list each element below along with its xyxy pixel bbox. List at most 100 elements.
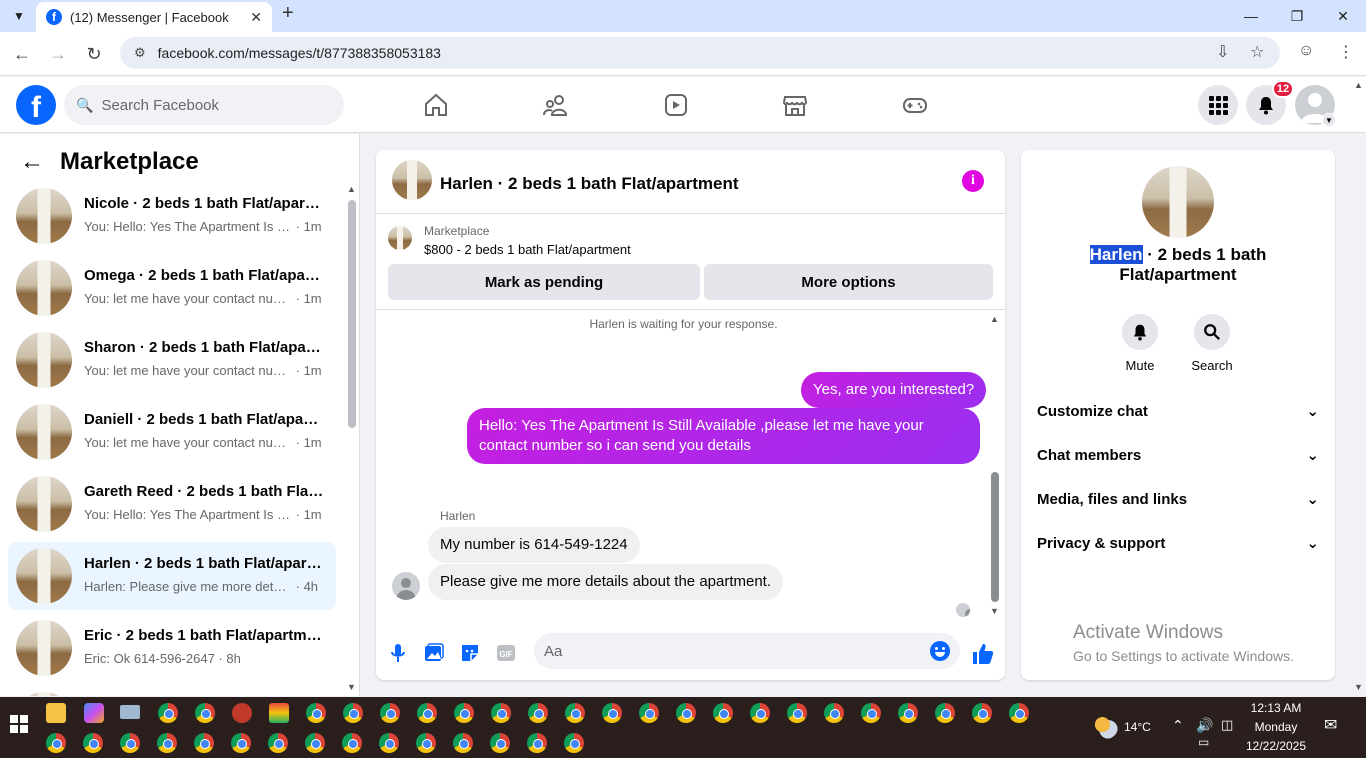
conversation-item[interactable] <box>8 686 336 696</box>
clock-date[interactable]: 12/22/2025 <box>1244 739 1308 753</box>
mark-as-pending-button[interactable]: Mark as pending <box>388 264 700 300</box>
chat-members-section[interactable]: Chat members ⌄ <box>1037 437 1319 473</box>
chat-scrollbar[interactable] <box>991 472 999 602</box>
photo-icon[interactable] <box>423 642 445 664</box>
keyboard-icon[interactable] <box>120 705 140 719</box>
mute-button[interactable]: Mute <box>1110 314 1170 373</box>
forward-button[interactable]: → <box>46 42 70 66</box>
conversation-list-scrollbar[interactable] <box>348 200 356 428</box>
clock-time[interactable]: 12:13 AM <box>1244 701 1308 715</box>
speaker-icon[interactable]: 🔊 <box>1196 717 1213 734</box>
chrome-icon[interactable] <box>1009 703 1029 723</box>
account-chevron-icon[interactable]: ▼ <box>1322 113 1336 127</box>
chrome-icon[interactable] <box>639 703 659 723</box>
chrome-icon[interactable] <box>305 733 325 753</box>
media-files-links-section[interactable]: Media, files and links ⌄ <box>1037 481 1319 517</box>
chrome-icon[interactable] <box>195 703 215 723</box>
page-scroll-down-icon[interactable]: ▼ <box>1354 682 1363 692</box>
back-button[interactable]: ← <box>10 42 34 66</box>
avatar[interactable] <box>1142 166 1214 238</box>
temperature[interactable]: 14°C <box>1124 720 1151 734</box>
chrome-icon[interactable] <box>158 703 178 723</box>
gaming-icon[interactable] <box>901 91 929 119</box>
chrome-icon[interactable] <box>231 733 251 753</box>
reload-button[interactable]: ↻ <box>82 42 106 66</box>
customize-chat-section[interactable]: Customize chat ⌄ <box>1037 393 1319 429</box>
windows-start-icon[interactable] <box>10 715 28 733</box>
notification-center-icon[interactable]: ✉ <box>1324 715 1337 735</box>
conversation-item[interactable]: Daniell · 2 beds 1 bath Flat/apartment Y… <box>8 398 336 466</box>
chrome-icon[interactable] <box>417 703 437 723</box>
chrome-icon[interactable] <box>898 703 918 723</box>
chrome-icon[interactable] <box>787 703 807 723</box>
close-tab-icon[interactable]: ✕ <box>250 9 262 26</box>
privacy-support-section[interactable]: Privacy & support ⌄ <box>1037 525 1319 561</box>
scroll-down-arrow-icon[interactable]: ▼ <box>347 682 356 692</box>
profile-icon[interactable]: ☺ <box>1298 42 1314 60</box>
listing-thumbnail[interactable] <box>388 226 412 250</box>
file-explorer-icon[interactable] <box>46 703 66 723</box>
clock-day[interactable]: Monday <box>1244 720 1308 734</box>
incoming-message[interactable]: Please give me more details about the ap… <box>428 564 784 600</box>
chrome-icon[interactable] <box>342 733 362 753</box>
chat-title[interactable]: Harlen · 2 beds 1 bath Flat/apartment <box>440 174 739 194</box>
marketplace-icon[interactable] <box>781 91 809 119</box>
conversation-item[interactable]: Nicole · 2 beds 1 bath Flat/apartment Yo… <box>8 182 336 250</box>
chrome-icon[interactable] <box>380 703 400 723</box>
chrome-icon[interactable] <box>861 703 881 723</box>
chrome-icon[interactable] <box>46 733 66 753</box>
conversation-item-active[interactable]: Harlen · 2 beds 1 bath Flat/apartment Ha… <box>8 542 336 610</box>
conversation-item[interactable]: Gareth Reed · 2 beds 1 bath Flat/apartme… <box>8 470 336 538</box>
chrome-icon[interactable] <box>528 703 548 723</box>
chrome-icon[interactable] <box>453 733 473 753</box>
avatar[interactable] <box>392 160 432 200</box>
copilot-icon[interactable] <box>84 703 104 723</box>
battery-icon[interactable]: ◫ <box>1221 717 1233 733</box>
page-scroll-up-icon[interactable]: ▲ <box>1354 80 1363 90</box>
chrome-icon[interactable] <box>157 733 177 753</box>
chrome-icon[interactable] <box>120 733 140 753</box>
chrome-icon[interactable] <box>676 703 696 723</box>
microphone-icon[interactable] <box>387 642 409 664</box>
more-options-button[interactable]: More options <box>704 264 993 300</box>
chrome-icon[interactable] <box>379 733 399 753</box>
outgoing-message[interactable]: Yes, are you interested? <box>801 372 987 408</box>
listing-price[interactable]: $800 - 2 beds 1 bath Flat/apartment <box>424 242 631 257</box>
message-input[interactable] <box>544 642 914 660</box>
browser-tab-active[interactable]: f (12) Messenger | Facebook ✕ <box>36 2 272 32</box>
new-tab-button[interactable]: + <box>282 2 294 25</box>
emoji-icon[interactable] <box>930 641 950 661</box>
show-hidden-icons-icon[interactable]: ⌃ <box>1172 717 1184 734</box>
chrome-icon[interactable] <box>343 703 363 723</box>
facebook-logo-icon[interactable]: f <box>16 85 56 125</box>
chrome-icon[interactable] <box>416 733 436 753</box>
close-window-button[interactable]: ✕ <box>1320 0 1366 32</box>
chrome-icon[interactable] <box>454 703 474 723</box>
minimize-button[interactable]: — <box>1228 0 1274 32</box>
chrome-icon[interactable] <box>194 733 214 753</box>
facebook-search[interactable]: 🔍 <box>64 85 344 125</box>
gif-icon[interactable]: GIF <box>495 642 517 664</box>
chrome-icon[interactable] <box>268 733 288 753</box>
sender-avatar[interactable] <box>392 572 420 600</box>
message-input-box[interactable] <box>534 633 960 669</box>
app-icon[interactable] <box>269 703 289 723</box>
site-info-icon[interactable]: ⚙ <box>134 45 146 61</box>
restore-button[interactable]: ❐ <box>1274 0 1320 32</box>
incoming-message[interactable]: My number is 614-549-1224 <box>428 527 640 563</box>
chrome-icon[interactable] <box>565 703 585 723</box>
video-icon[interactable] <box>662 91 690 119</box>
weather-icon[interactable] <box>1094 715 1118 739</box>
app-icon[interactable] <box>232 703 252 723</box>
address-bar[interactable]: ⚙ facebook.com/messages/t/87738835805318… <box>120 37 1280 69</box>
search-conversation-button[interactable]: Search <box>1182 314 1242 373</box>
chat-scroll-down-icon[interactable]: ▼ <box>990 606 999 616</box>
install-app-icon[interactable]: ⇩ <box>1216 42 1229 62</box>
like-thumb-icon[interactable] <box>971 642 995 666</box>
back-arrow-icon[interactable]: ← <box>20 148 44 176</box>
chrome-icon[interactable] <box>83 733 103 753</box>
chrome-icon[interactable] <box>602 703 622 723</box>
chat-scroll-up-icon[interactable]: ▲ <box>990 314 999 324</box>
bookmark-star-icon[interactable]: ☆ <box>1250 42 1264 62</box>
chrome-icon[interactable] <box>490 733 510 753</box>
